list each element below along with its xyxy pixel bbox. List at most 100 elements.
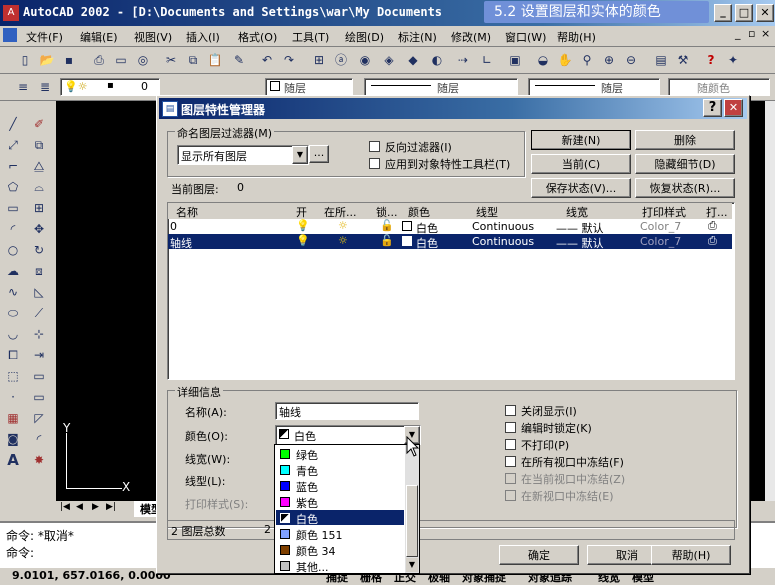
copy-object-icon[interactable]: ⧉ bbox=[30, 136, 48, 154]
scroll-thumb[interactable] bbox=[406, 485, 418, 557]
circle-icon[interactable]: ○ bbox=[4, 241, 22, 259]
rectangle-icon[interactable]: ▭ bbox=[4, 199, 22, 217]
lengthen-icon[interactable]: ⟋ bbox=[30, 304, 48, 322]
preview-icon[interactable]: ▭ bbox=[112, 51, 130, 69]
menu-tools[interactable]: 工具(T) bbox=[292, 29, 329, 45]
hyperlink-icon[interactable]: ◆ bbox=[404, 51, 422, 69]
minimize-button[interactable]: _ bbox=[714, 4, 732, 22]
mtext-icon[interactable]: A bbox=[4, 451, 22, 469]
point-icon[interactable]: · bbox=[4, 388, 22, 406]
row-lineweight[interactable]: —— 默认 bbox=[556, 235, 604, 251]
apply-toolbar-checkbox[interactable] bbox=[369, 158, 380, 169]
line-icon[interactable]: ╱ bbox=[4, 115, 22, 133]
named-views-icon[interactable]: ▣ bbox=[506, 51, 524, 69]
lightbulb-on-icon[interactable]: 💡 bbox=[296, 219, 310, 232]
col-color[interactable]: 颜色 bbox=[408, 204, 430, 220]
doc-close-icon[interactable]: × bbox=[761, 27, 770, 40]
col-name[interactable]: 名称 bbox=[176, 204, 198, 220]
move-icon[interactable]: ✥ bbox=[30, 220, 48, 238]
print-icon[interactable]: ⎙ bbox=[90, 51, 108, 69]
plotstyle-combo[interactable]: 随颜色 bbox=[668, 78, 770, 96]
maximize-button[interactable]: □ bbox=[735, 4, 753, 22]
new-layer-button[interactable]: 新建(N) bbox=[531, 130, 631, 150]
lock-checkbox[interactable] bbox=[505, 422, 516, 433]
dimension-icon[interactable]: ◐ bbox=[428, 51, 446, 69]
zoom-previous-icon[interactable]: ⊖ bbox=[622, 51, 640, 69]
construction-line-icon[interactable]: ⤢ bbox=[4, 136, 22, 154]
new-file-icon[interactable]: ▯ bbox=[16, 51, 34, 69]
cut-icon[interactable]: ✂ bbox=[162, 51, 180, 69]
insert-block-icon[interactable]: ⧠ bbox=[4, 346, 22, 364]
offset-icon[interactable]: ⌓ bbox=[30, 178, 48, 196]
col-lineweight[interactable]: 线宽 bbox=[566, 204, 588, 220]
printer-icon[interactable]: ⎙ bbox=[708, 219, 717, 233]
col-on[interactable]: 开 bbox=[296, 204, 307, 220]
make-block-icon[interactable]: ⬚ bbox=[4, 367, 22, 385]
close-button[interactable]: ✕ bbox=[756, 4, 774, 22]
arc-icon[interactable]: ◜ bbox=[4, 220, 22, 238]
publish-icon[interactable]: ◎ bbox=[134, 51, 152, 69]
dbconnect-icon[interactable]: ◉ bbox=[356, 51, 374, 69]
name-field[interactable]: 轴线 bbox=[275, 402, 419, 420]
zoom-window-icon[interactable]: ⊕ bbox=[600, 51, 618, 69]
filter-dropdown-icon[interactable]: ▼ bbox=[292, 146, 308, 164]
ellipse-icon[interactable]: ⬭ bbox=[4, 304, 22, 322]
menu-window[interactable]: 窗口(W) bbox=[505, 29, 546, 45]
hide-details-button[interactable]: 隐藏细节(D) bbox=[635, 154, 735, 174]
color-option[interactable]: 蓝色 bbox=[276, 478, 405, 494]
color-option-selected[interactable]: 白色 bbox=[276, 510, 404, 526]
save-icon[interactable]: ▪ bbox=[60, 51, 78, 69]
help-button[interactable]: 帮助(H) bbox=[651, 545, 731, 565]
make-current-icon[interactable]: ≣ bbox=[36, 78, 54, 96]
doc-minimize-icon[interactable]: _ bbox=[735, 27, 741, 40]
menu-format[interactable]: 格式(O) bbox=[238, 29, 277, 45]
command-prompt[interactable]: 命令: bbox=[6, 544, 34, 561]
sun-thawed-icon[interactable]: ☼ bbox=[338, 219, 348, 232]
ucs-icon[interactable]: ∟ bbox=[478, 51, 496, 69]
lightbulb-on-icon[interactable]: 💡 bbox=[296, 234, 310, 247]
menu-insert[interactable]: 插入(I) bbox=[186, 29, 220, 45]
match-properties-icon[interactable]: ✎ bbox=[230, 51, 248, 69]
delete-layer-button[interactable]: 删除 bbox=[635, 130, 735, 150]
autocad-today-icon[interactable]: ⓐ bbox=[332, 51, 350, 69]
table-row[interactable]: 0 💡 ☼ 🔓 白色 Continuous —— 默认 Color_7 ⎙ bbox=[168, 219, 732, 235]
color-list-scrollbar[interactable]: ▼ bbox=[405, 445, 419, 573]
undo-icon[interactable]: ↶ bbox=[258, 51, 276, 69]
paste-icon[interactable]: 📋 bbox=[206, 51, 224, 69]
dialog-help-button[interactable]: ? bbox=[703, 99, 722, 117]
menu-view[interactable]: 视图(V) bbox=[134, 29, 172, 45]
revcloud-icon[interactable]: ☁ bbox=[4, 262, 22, 280]
layer-combo[interactable]: 💡☼ ▪ 0 bbox=[60, 78, 160, 96]
vertical-scrollbar[interactable] bbox=[765, 101, 775, 501]
unlocked-icon[interactable]: 🔓 bbox=[380, 234, 394, 247]
col-lock[interactable]: 锁... bbox=[376, 204, 398, 220]
row-color[interactable]: 白色 bbox=[416, 235, 438, 251]
erase-icon[interactable]: ✐ bbox=[30, 115, 48, 133]
unlocked-icon[interactable]: 🔓 bbox=[380, 219, 394, 232]
express-tools-icon[interactable]: ⚒ bbox=[674, 51, 692, 69]
help-icon[interactable]: ? bbox=[702, 51, 720, 69]
off-checkbox[interactable] bbox=[505, 405, 516, 416]
layers-manager-icon[interactable]: ≡ bbox=[14, 78, 32, 96]
menu-draw[interactable]: 绘图(D) bbox=[345, 29, 384, 45]
col-freeze[interactable]: 在所... bbox=[324, 204, 357, 220]
hatch-icon[interactable]: ▦ bbox=[4, 409, 22, 427]
menu-modify[interactable]: 修改(M) bbox=[451, 29, 491, 45]
color-combo[interactable]: 随层 bbox=[265, 78, 353, 96]
restore-state-button[interactable]: 恢复状态(R)... bbox=[635, 178, 735, 198]
filter-more-button[interactable]: ... bbox=[309, 145, 329, 163]
designcenter-icon[interactable]: ⊞ bbox=[310, 51, 328, 69]
color-option[interactable]: 其他... bbox=[276, 558, 405, 574]
scale-icon[interactable]: ⧈ bbox=[30, 262, 48, 280]
table-row-selected[interactable]: 轴线 💡 ☼ 🔓 白色 Continuous —— 默认 Color_7 ⎙ bbox=[168, 234, 732, 251]
lineweight-combo[interactable]: 随层 bbox=[528, 78, 660, 96]
tab-last-icon[interactable]: ▶| bbox=[106, 502, 116, 512]
freeze-all-checkbox[interactable] bbox=[505, 456, 516, 467]
spline-icon[interactable]: ∿ bbox=[4, 283, 22, 301]
array-icon[interactable]: ⊞ bbox=[30, 199, 48, 217]
menu-file[interactable]: 文件(F) bbox=[26, 29, 63, 45]
menu-edit[interactable]: 编辑(E) bbox=[80, 29, 118, 45]
row-linetype[interactable]: Continuous bbox=[472, 235, 534, 248]
multimedia-icon[interactable]: ✦ bbox=[724, 51, 742, 69]
redo-icon[interactable]: ↷ bbox=[280, 51, 298, 69]
